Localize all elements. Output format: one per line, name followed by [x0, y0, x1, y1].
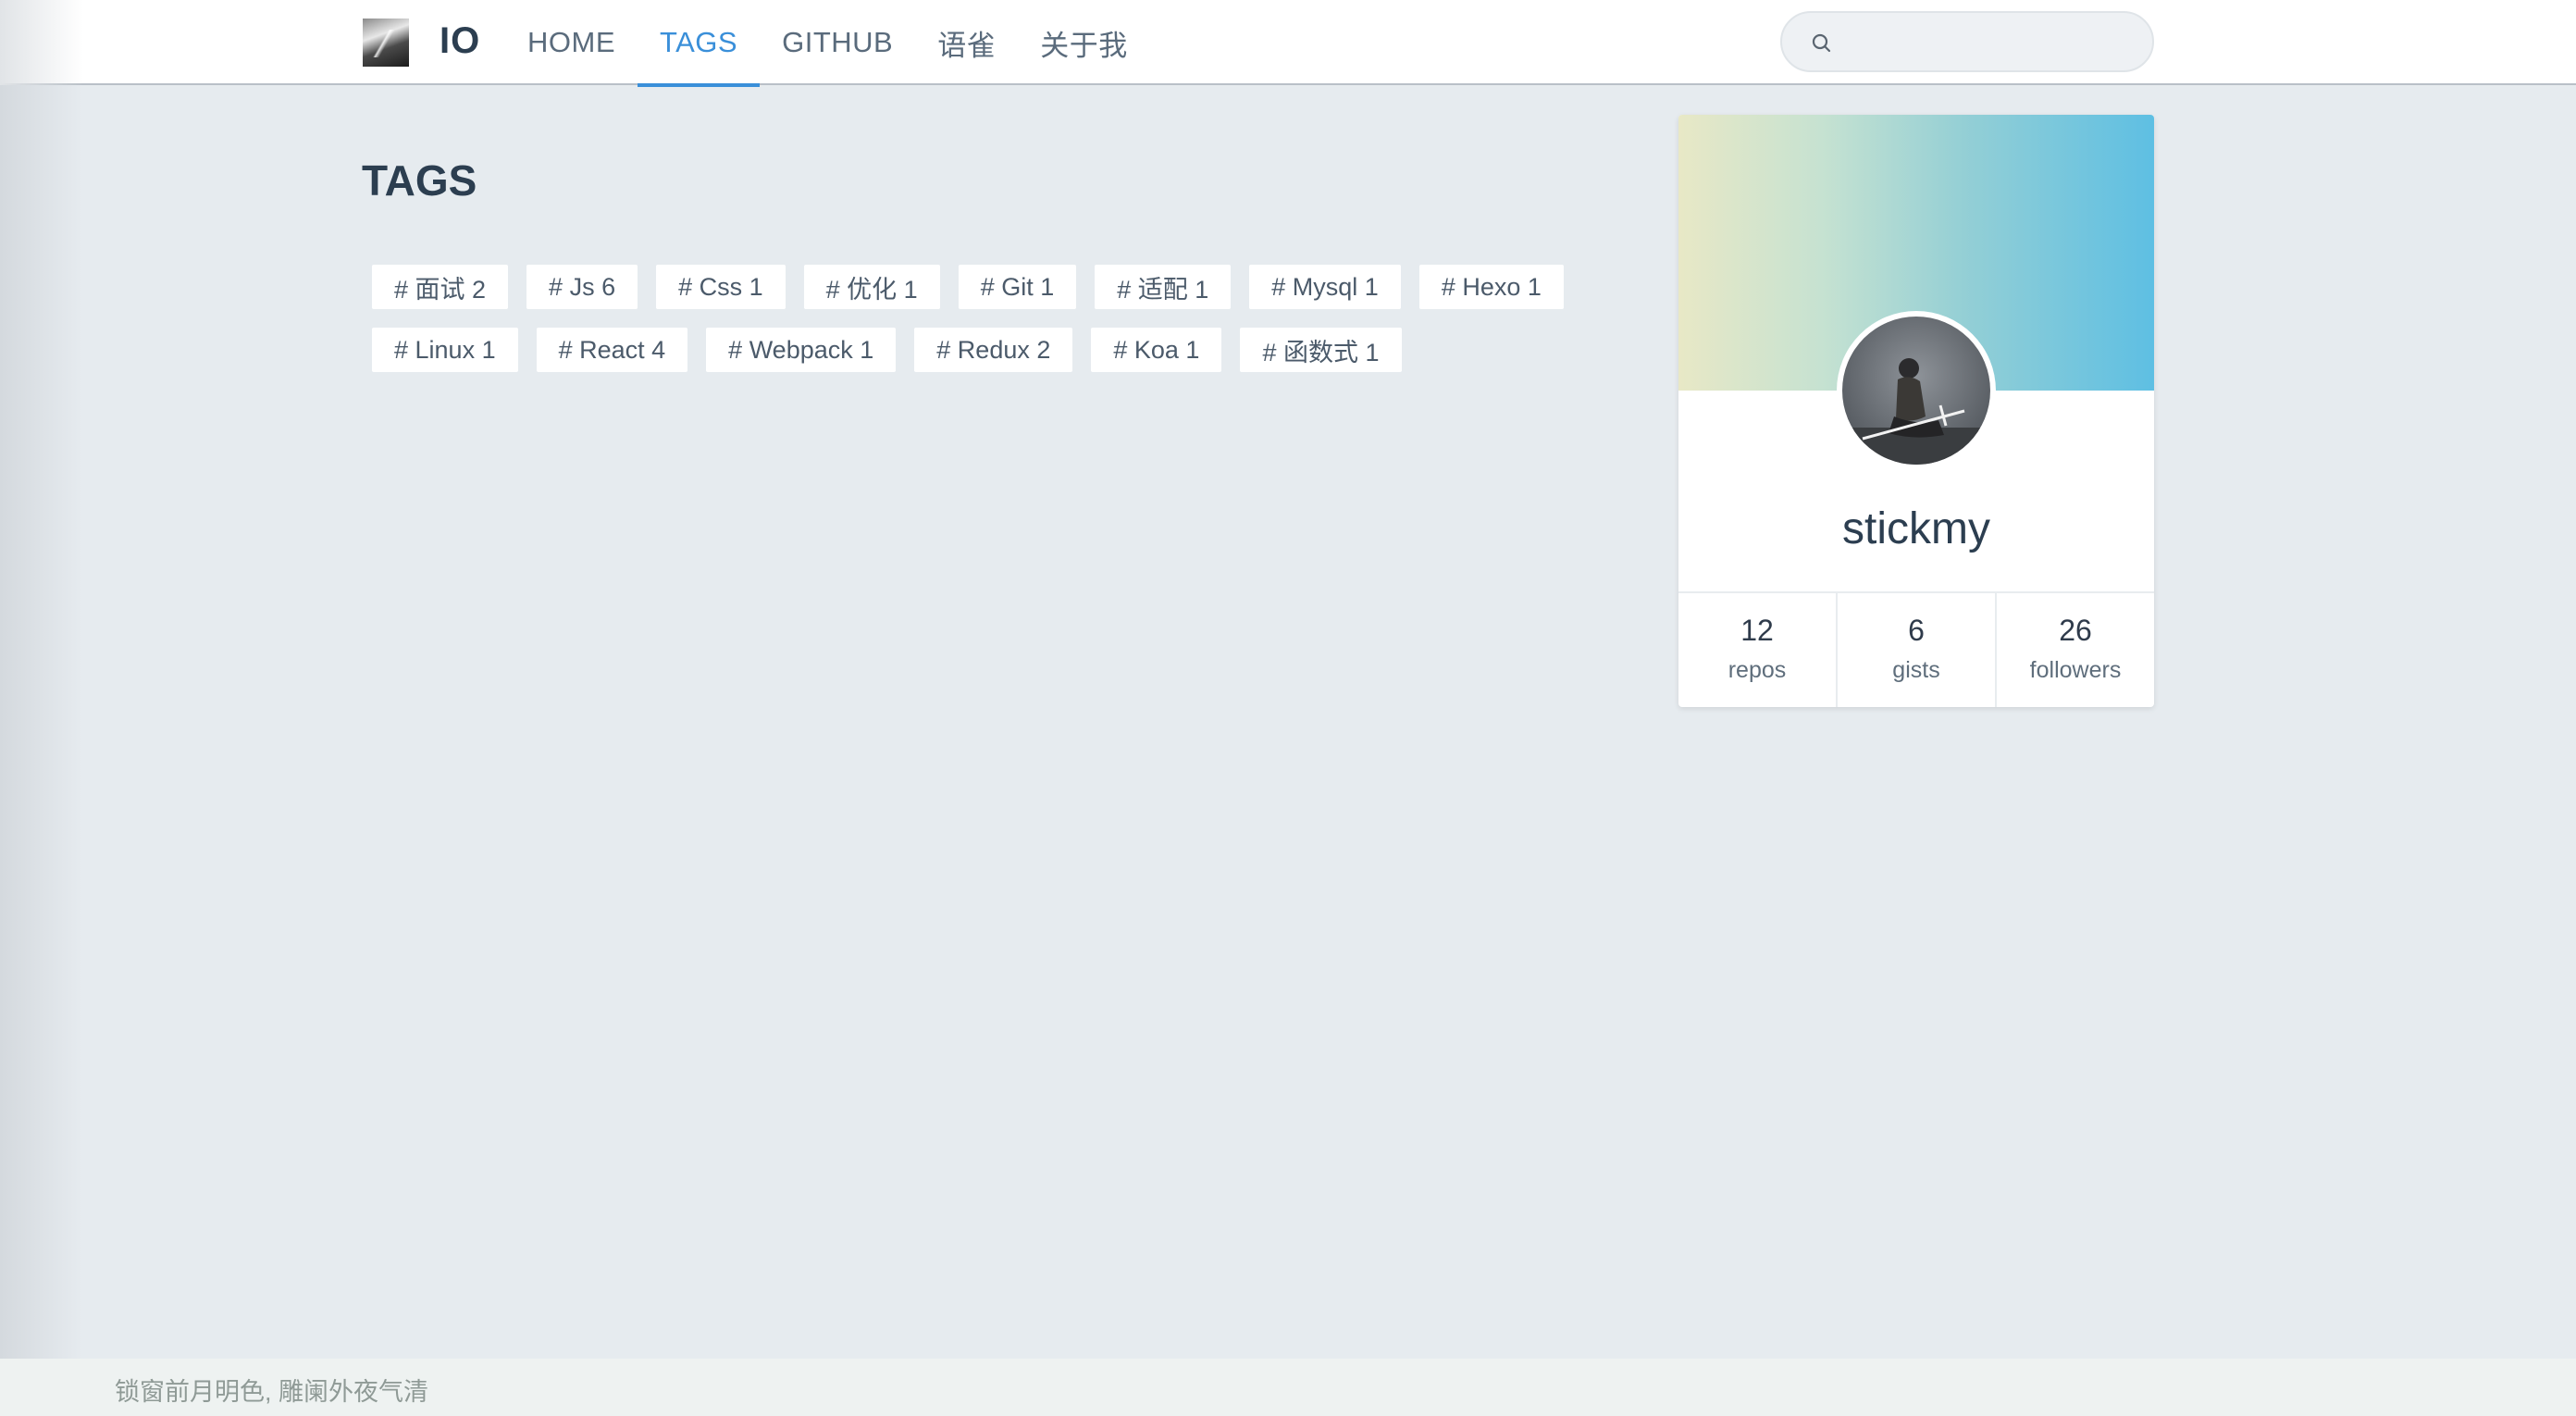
profile-username[interactable]: stickmy	[1678, 503, 2154, 554]
tag-webpack[interactable]: # Webpack 1	[706, 328, 897, 372]
search-box[interactable]	[1780, 11, 2154, 72]
nav-item-github[interactable]: GITHUB	[760, 0, 915, 85]
navbar-edge-shade	[0, 0, 83, 85]
avatar-photo	[1842, 317, 1990, 465]
stat-repos[interactable]: 12 repos	[1678, 593, 1838, 707]
tag-hexo[interactable]: # Hexo 1	[1418, 265, 1564, 309]
stat-gists-label: gists	[1892, 657, 1940, 683]
profile-card: stickmy 12 repos 6 gists 26 followers	[1678, 115, 2154, 707]
tag-js[interactable]: # Js 6	[526, 265, 638, 309]
tag-mysql[interactable]: # Mysql 1	[1249, 265, 1401, 309]
search-input[interactable]	[1847, 20, 2137, 65]
tag-linux[interactable]: # Linux 1	[372, 328, 518, 372]
nav-item-home[interactable]: HOME	[505, 0, 638, 85]
tag-shipei[interactable]: # 适配 1	[1095, 265, 1232, 309]
nav-item-tags[interactable]: TAGS	[638, 0, 761, 87]
footer-text: 锁窗前月明色, 雕阑外夜气清	[115, 1378, 429, 1406]
site-logo[interactable]	[363, 19, 409, 67]
page-title: TAGS	[362, 156, 477, 205]
site-brand[interactable]: IO	[440, 20, 480, 62]
stat-gists-value: 6	[1908, 614, 1925, 647]
nav-item-yuque[interactable]: 语雀	[915, 0, 1018, 85]
tag-git[interactable]: # Git 1	[958, 265, 1077, 309]
tag-mianshi[interactable]: # 面试 2	[372, 265, 509, 309]
avatar[interactable]	[1837, 311, 1996, 470]
tag-list: # 面试 2 # Js 6 # Css 1 # 优化 1 # Git 1 # 适…	[363, 265, 1584, 372]
tag-redux[interactable]: # Redux 2	[914, 328, 1073, 372]
main-nav: HOME TAGS GITHUB 语雀 关于我	[505, 0, 1150, 87]
stat-repos-value: 12	[1740, 614, 1774, 647]
tag-hanshushi[interactable]: # 函数式 1	[1240, 328, 1402, 372]
stat-followers-label: followers	[2029, 657, 2122, 683]
tag-react[interactable]: # React 4	[536, 328, 688, 372]
tag-koa[interactable]: # Koa 1	[1091, 328, 1222, 372]
top-navbar: IO HOME TAGS GITHUB 语雀 关于我	[0, 0, 2576, 87]
footer: 锁窗前月明色, 雕阑外夜气清	[0, 1359, 2576, 1416]
avatar-image	[1842, 317, 1990, 465]
tag-youhua[interactable]: # 优化 1	[803, 265, 940, 309]
search-icon	[1812, 33, 1831, 53]
profile-stats: 12 repos 6 gists 26 followers	[1678, 591, 2154, 707]
stat-followers-value: 26	[2059, 614, 2092, 647]
nav-item-about[interactable]: 关于我	[1018, 0, 1150, 85]
stat-followers[interactable]: 26 followers	[1997, 593, 2154, 707]
stat-gists[interactable]: 6 gists	[1838, 593, 1997, 707]
page-edge-shade	[0, 0, 83, 1416]
stat-repos-label: repos	[1728, 657, 1787, 683]
tag-css[interactable]: # Css 1	[656, 265, 786, 309]
